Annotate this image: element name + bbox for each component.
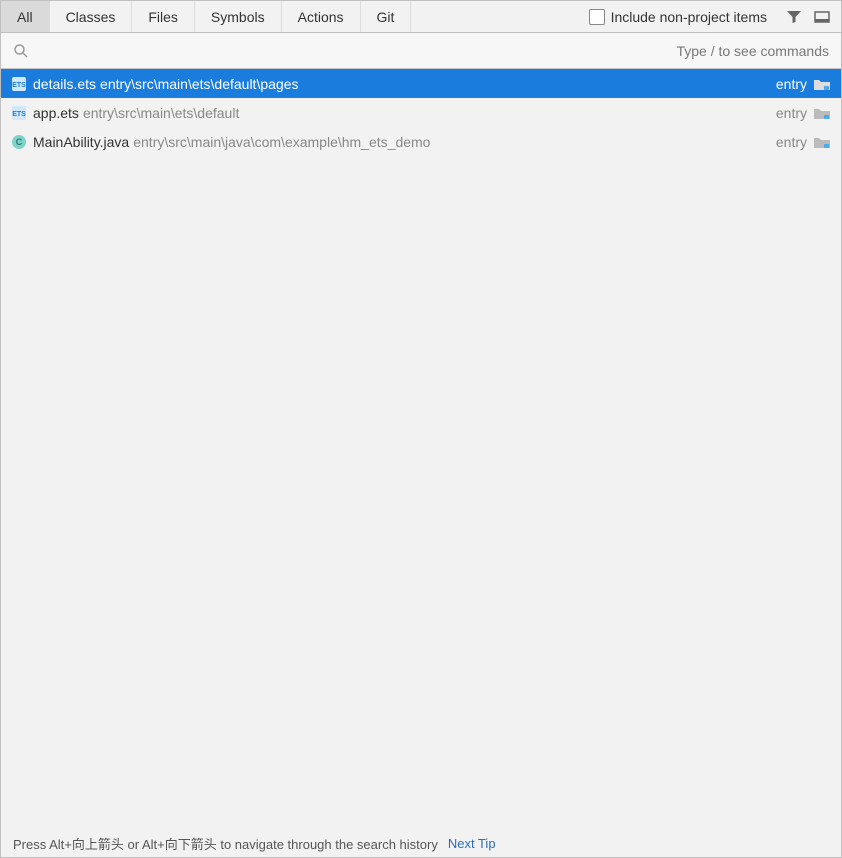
tab-files[interactable]: Files	[132, 1, 195, 32]
result-row[interactable]: C MainAbility.java entry\src\main\java\c…	[1, 127, 841, 156]
svg-text:C: C	[16, 137, 23, 147]
search-bar	[1, 33, 841, 69]
folder-icon	[813, 135, 831, 149]
result-file-name: details.ets	[33, 76, 96, 92]
search-icon	[13, 43, 29, 59]
result-path: entry\src\main\ets\default\pages	[100, 76, 298, 92]
svg-text:ETS: ETS	[12, 82, 26, 89]
ets-file-icon: ETS	[11, 76, 27, 92]
result-path: entry\src\main\ets\default	[83, 105, 239, 121]
filter-icon[interactable]	[783, 6, 805, 28]
tab-symbols[interactable]: Symbols	[195, 1, 282, 32]
tab-classes[interactable]: Classes	[50, 1, 133, 32]
search-input[interactable]	[37, 43, 829, 59]
tabs-bar: All Classes Files Symbols Actions Git In…	[1, 1, 841, 33]
tab-actions[interactable]: Actions	[282, 1, 361, 32]
include-non-project-checkbox[interactable]: Include non-project items	[589, 9, 767, 25]
result-row[interactable]: ETS app.ets entry\src\main\ets\default e…	[1, 98, 841, 127]
folder-icon	[813, 106, 831, 120]
checkbox-label: Include non-project items	[611, 9, 767, 25]
next-tip-link[interactable]: Next Tip	[448, 836, 496, 851]
result-module: entry	[776, 134, 807, 150]
checkbox-box-icon	[589, 9, 605, 25]
result-module: entry	[776, 76, 807, 92]
result-module: entry	[776, 105, 807, 121]
result-file-name: MainAbility.java	[33, 134, 129, 150]
footer-hint-text: Press Alt+向上箭头 or Alt+向下箭头 to navigate t…	[13, 834, 438, 853]
tab-all[interactable]: All	[1, 1, 50, 32]
result-path: entry\src\main\java\com\example\hm_ets_d…	[133, 134, 430, 150]
svg-text:ETS: ETS	[12, 111, 26, 118]
open-window-icon[interactable]	[811, 6, 833, 28]
results-list: ETS details.ets entry\src\main\ets\defau…	[1, 69, 841, 829]
tabs: All Classes Files Symbols Actions Git	[1, 1, 411, 32]
result-file-name: app.ets	[33, 105, 79, 121]
folder-icon	[813, 77, 831, 91]
footer-hint: Press Alt+向上箭头 or Alt+向下箭头 to navigate t…	[1, 829, 841, 857]
ets-file-icon: ETS	[11, 105, 27, 121]
result-row[interactable]: ETS details.ets entry\src\main\ets\defau…	[1, 69, 841, 98]
tab-git[interactable]: Git	[361, 1, 412, 32]
java-class-icon: C	[11, 134, 27, 150]
